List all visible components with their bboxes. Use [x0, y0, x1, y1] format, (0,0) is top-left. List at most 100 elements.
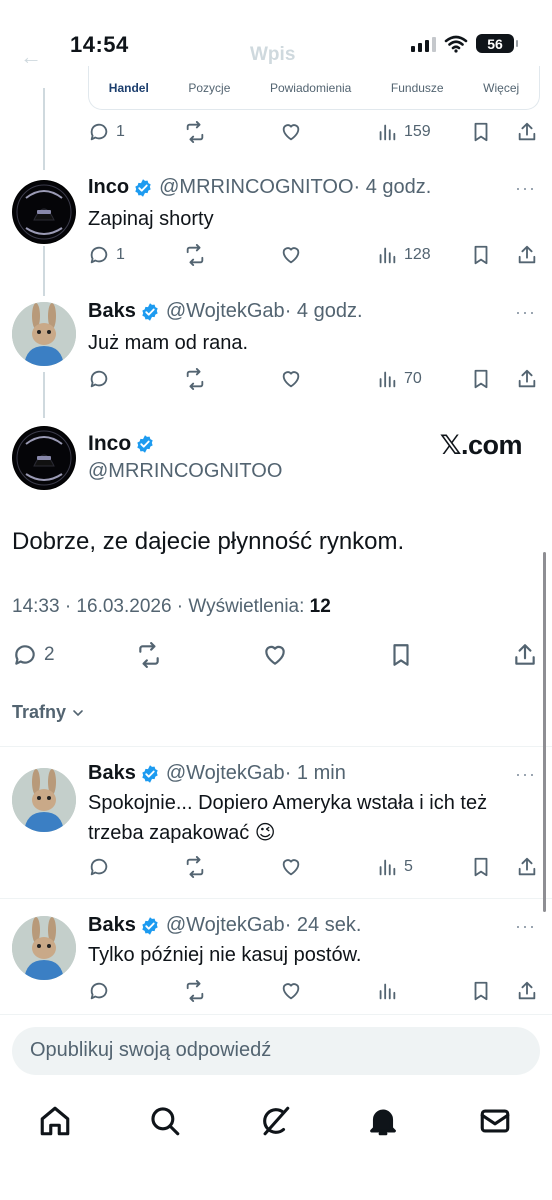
avatar[interactable]	[12, 302, 76, 366]
reply-button[interactable]: 1	[88, 117, 125, 147]
views-button[interactable]: 5	[376, 852, 413, 882]
share-icon	[515, 644, 535, 665]
battery-icon: 56	[476, 34, 518, 53]
repost-button[interactable]	[184, 117, 206, 147]
reply-button[interactable]	[88, 364, 116, 394]
bookmark-icon	[474, 981, 488, 1001]
reply-icon	[90, 858, 108, 876]
views-icon	[379, 983, 396, 1000]
like-button[interactable]	[262, 640, 288, 670]
reply-button[interactable]: 2	[12, 640, 55, 670]
reply-icon	[15, 645, 35, 665]
views-count: 70	[404, 370, 422, 387]
view-count: 12	[309, 596, 331, 617]
reply-sort-dropdown[interactable]: Trafny	[12, 702, 86, 723]
share-button[interactable]	[516, 364, 538, 394]
views-icon	[379, 859, 396, 876]
bookmark-button[interactable]	[470, 240, 492, 270]
share-button[interactable]	[516, 117, 538, 147]
share-button[interactable]	[516, 976, 538, 1006]
reply-button[interactable]	[88, 852, 110, 882]
bookmark-icon	[474, 369, 488, 389]
views-icon	[379, 124, 396, 141]
scrollbar[interactable]	[543, 552, 546, 912]
thread-tweet[interactable]: Baks @WojtekGab · 4 godz. ··· Już mam od…	[0, 294, 552, 404]
views-button[interactable]	[376, 976, 404, 1006]
like-icon	[265, 645, 285, 665]
share-button[interactable]	[516, 852, 538, 882]
like-button[interactable]	[280, 976, 302, 1006]
like-icon	[282, 247, 300, 264]
tab-wiecej: Więcej	[483, 80, 520, 95]
nav-messages[interactable]	[478, 1104, 514, 1140]
bookmark-button[interactable]	[470, 117, 492, 147]
like-button[interactable]	[280, 240, 302, 270]
tab-fundusze: Fundusze	[390, 80, 444, 95]
reply-tweet[interactable]: Baks @WojtekGab · 24 sek. ··· Tylko późn…	[0, 908, 552, 1012]
reply-composer-input[interactable]: Opublikuj swoją odpowiedź	[12, 1027, 540, 1075]
xcom-watermark: 𝕏.com	[439, 430, 523, 460]
like-button[interactable]	[280, 852, 302, 882]
main-tweet-author[interactable]: Inco	[88, 432, 161, 456]
tweet-text: Tylko później nie kasuj postów.	[88, 944, 362, 966]
tweet-text: Spokojnie... Dopiero Ameryka wstała i ic…	[88, 792, 488, 844]
thread-tweet[interactable]: Inco @MRRINCOGNITOO · 4 godz. ··· Zapina…	[0, 170, 552, 280]
repost-icon	[186, 856, 204, 878]
more-options-icon[interactable]: ···	[515, 764, 536, 785]
user-handle[interactable]: @MRRINCOGNITOO	[159, 176, 353, 199]
repost-button[interactable]	[136, 640, 162, 670]
like-button[interactable]	[280, 364, 302, 394]
avatar[interactable]	[12, 180, 76, 244]
repost-button[interactable]	[184, 976, 206, 1006]
display-name[interactable]: Baks	[88, 762, 136, 785]
nav-search[interactable]	[148, 1104, 184, 1140]
status-indicators: 56	[411, 34, 518, 53]
user-handle[interactable]: @MRRINCOGNITOO	[88, 460, 282, 483]
views-button[interactable]: 128	[376, 240, 431, 270]
tweet-text: Zapinaj shorty	[88, 208, 214, 230]
user-handle[interactable]: @WojtekGab	[166, 300, 285, 323]
display-name[interactable]: Baks	[88, 300, 136, 323]
user-handle[interactable]: @WojtekGab	[166, 762, 285, 785]
more-options-icon[interactable]: ···	[515, 916, 536, 937]
repost-button[interactable]	[184, 364, 206, 394]
share-button[interactable]	[516, 240, 538, 270]
bookmark-button[interactable]	[470, 852, 492, 882]
views-button[interactable]: 70	[376, 364, 422, 394]
nav-home[interactable]	[38, 1104, 74, 1140]
more-options-icon[interactable]: ···	[515, 302, 536, 323]
divider	[0, 898, 552, 899]
share-icon	[518, 122, 536, 141]
repost-icon	[186, 368, 204, 390]
repost-button[interactable]	[184, 852, 206, 882]
like-button[interactable]	[280, 117, 302, 147]
reply-button[interactable]	[88, 976, 110, 1006]
like-icon	[282, 983, 300, 1000]
views-button[interactable]: 159	[376, 117, 431, 147]
user-handle[interactable]: @WojtekGab	[166, 914, 285, 937]
share-button[interactable]	[512, 640, 538, 670]
back-button[interactable]: ←	[20, 44, 42, 70]
verified-badge-icon	[142, 302, 158, 321]
main-tweet-actions: 2	[12, 640, 540, 670]
more-options-icon[interactable]: ···	[515, 178, 536, 199]
repost-button[interactable]	[184, 240, 206, 270]
sort-label: Trafny	[12, 702, 67, 722]
reply-tweet[interactable]: Baks @WojtekGab · 1 min ··· Spokojnie...…	[0, 756, 552, 896]
nav-grok[interactable]	[258, 1104, 294, 1140]
bookmark-button[interactable]	[388, 640, 414, 670]
avatar[interactable]	[12, 768, 76, 832]
bookmark-button[interactable]	[470, 364, 492, 394]
bookmark-button[interactable]	[470, 976, 492, 1006]
display-name[interactable]: Baks	[88, 914, 136, 937]
grok-icon	[263, 1106, 290, 1136]
display-name[interactable]: Inco	[88, 432, 131, 456]
main-tweet-avatar[interactable]	[12, 426, 76, 490]
reply-icon	[90, 982, 108, 1000]
incognito-avatar-image	[13, 181, 75, 243]
avatar[interactable]	[12, 916, 76, 980]
nav-notifications[interactable]	[366, 1104, 402, 1140]
reply-icon	[90, 370, 108, 388]
reply-button[interactable]: 1	[88, 240, 125, 270]
display-name[interactable]: Inco	[88, 176, 129, 199]
